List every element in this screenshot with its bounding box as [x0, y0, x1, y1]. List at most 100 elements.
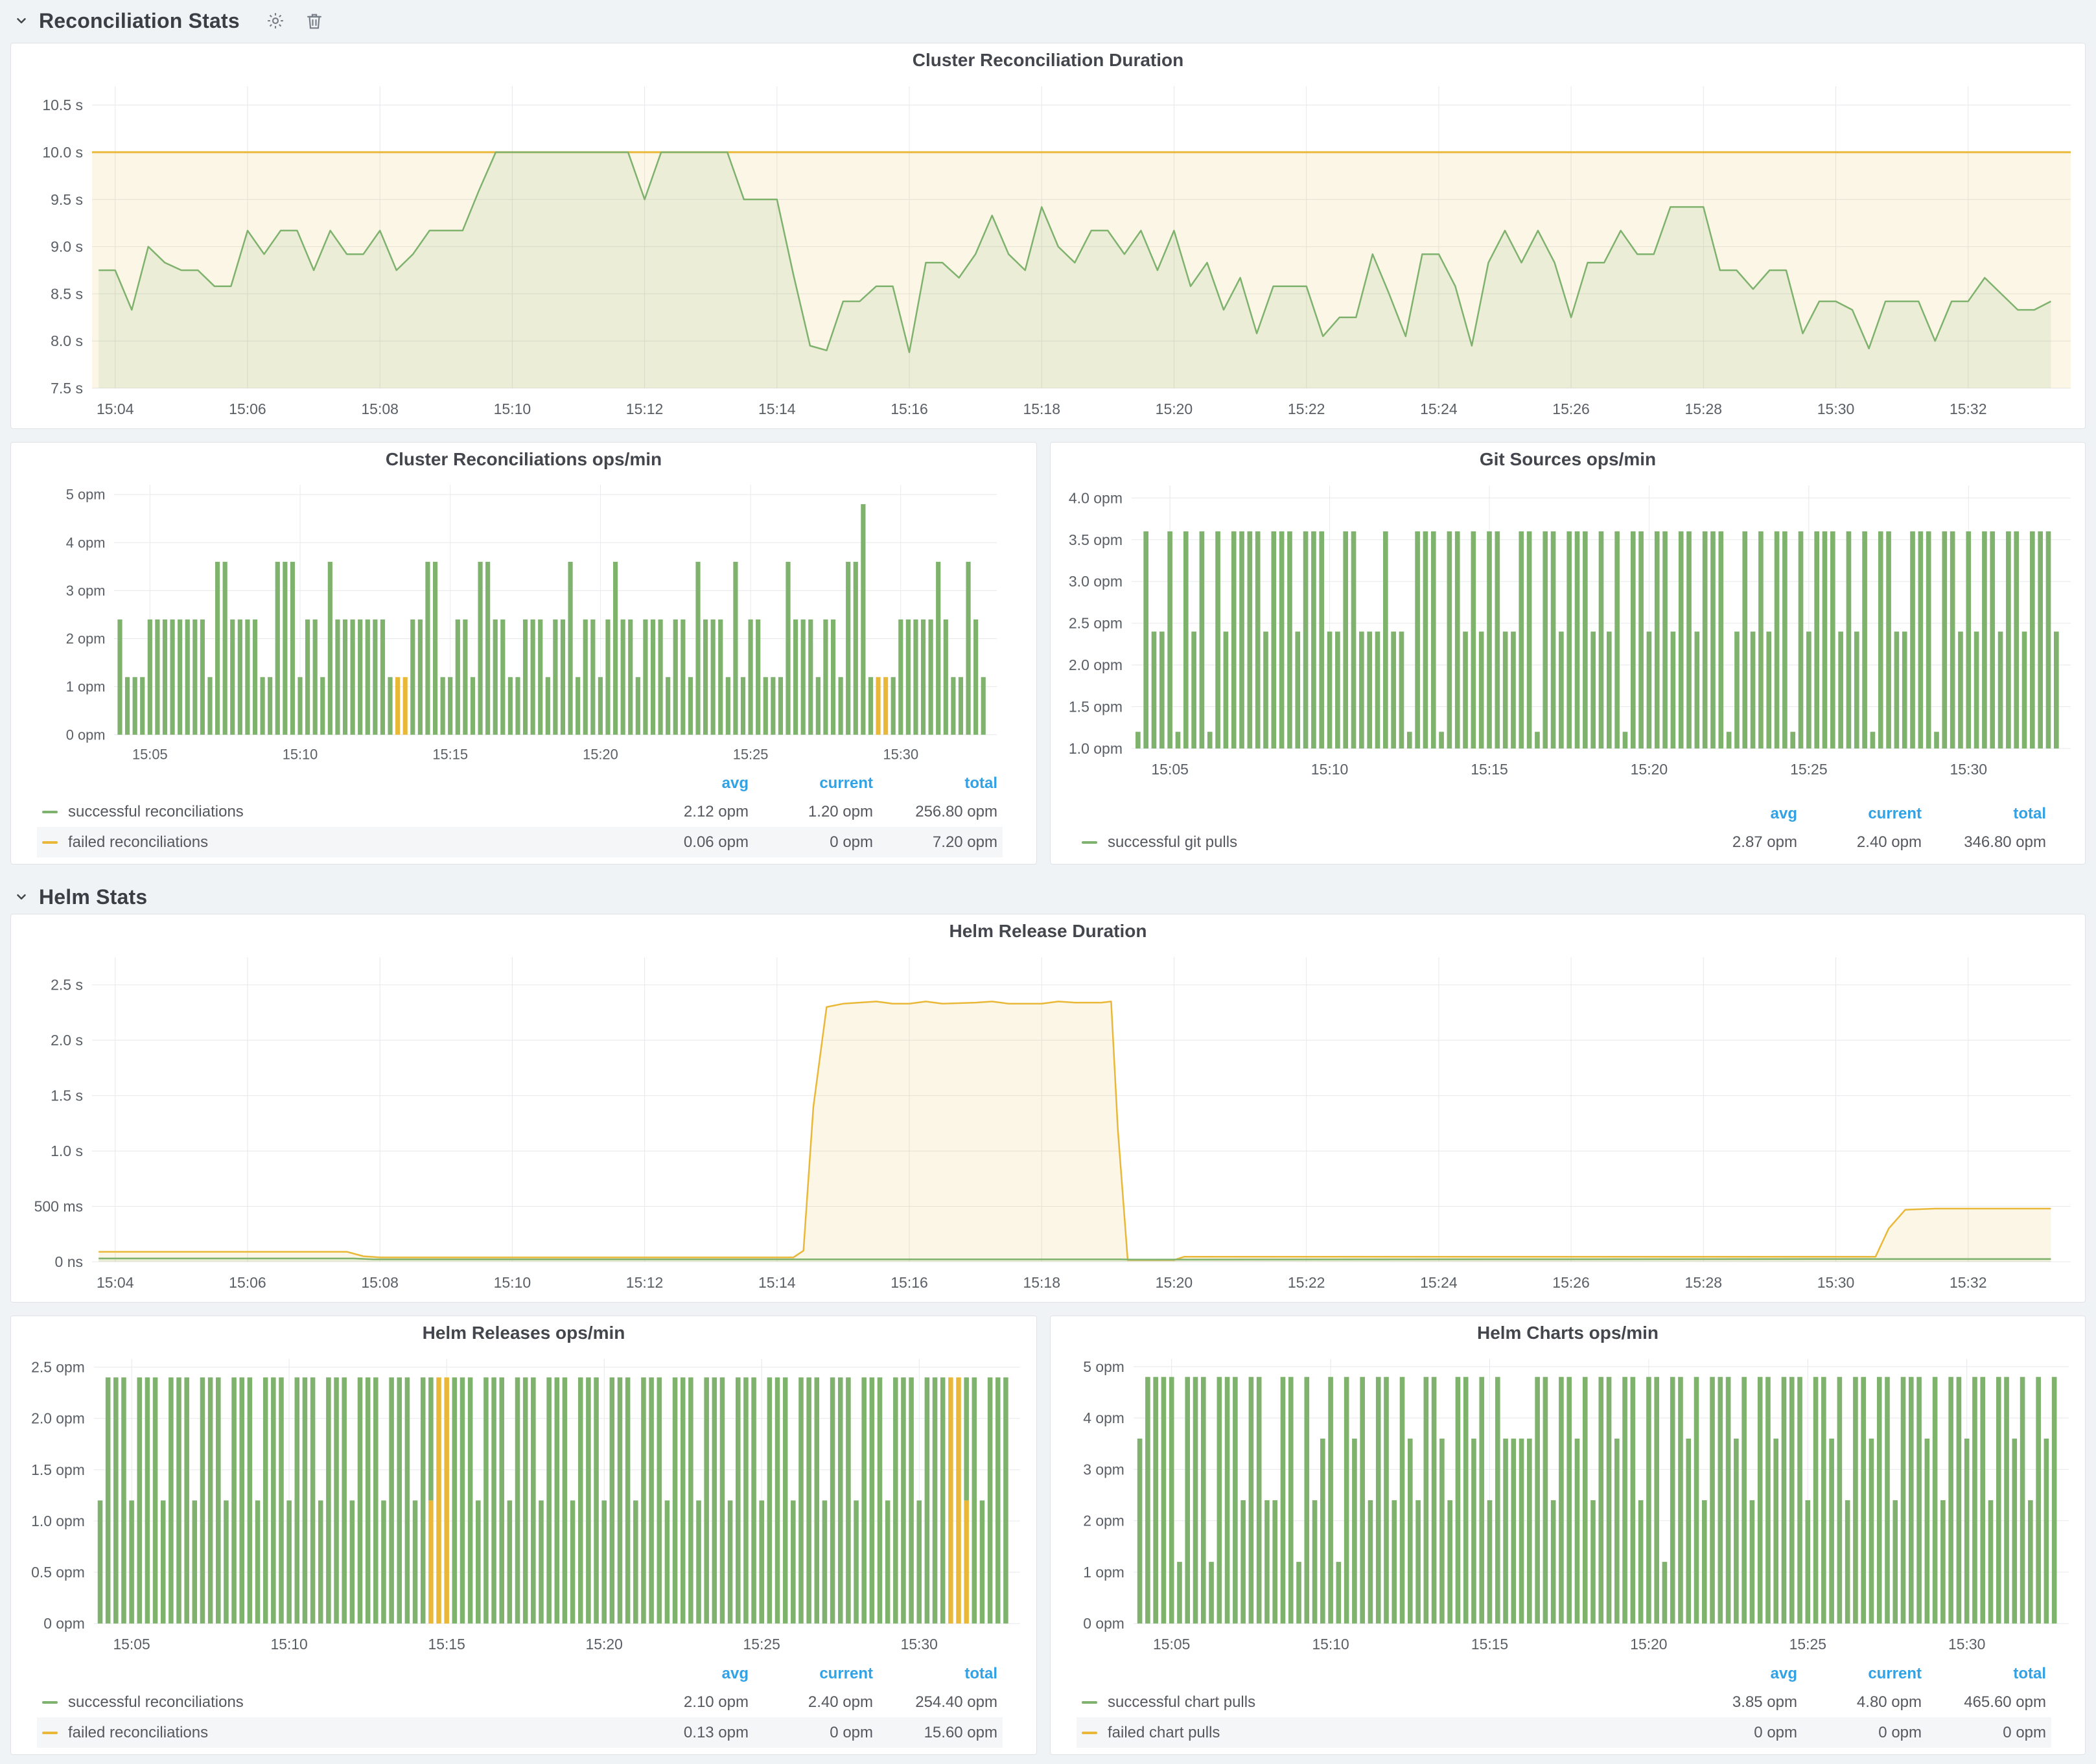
panel-helm-charts-opm: Helm Charts ops/min 15:0515:1015:1515:20… [1050, 1316, 2086, 1755]
legend-sort-current[interactable]: current [749, 1665, 873, 1683]
legend-sort-total[interactable]: total [1922, 805, 2046, 823]
panel-title[interactable]: Helm Release Duration [11, 914, 2085, 948]
legend-sort-total[interactable]: total [1922, 1665, 2046, 1683]
legend-series-toggle[interactable]: failed chart pulls [1082, 1724, 1673, 1742]
legend-stat-value: 256.80 opm [873, 803, 997, 821]
svg-text:4 opm: 4 opm [1083, 1410, 1124, 1426]
legend-series-toggle[interactable]: successful reconciliations [42, 803, 624, 821]
panel-helm-release-duration: Helm Release Duration 15:0415:0615:0815:… [10, 914, 2086, 1303]
legend-series-toggle[interactable]: successful reconciliations [42, 1693, 624, 1712]
svg-text:15:12: 15:12 [626, 400, 664, 417]
panel-cluster-reconciliations-opm: Cluster Reconciliations ops/min 15:0515:… [10, 442, 1037, 865]
legend-sort-avg[interactable]: avg [1673, 1665, 1797, 1683]
legend-series-toggle[interactable]: successful chart pulls [1082, 1693, 1673, 1712]
svg-text:10.0 s: 10.0 s [42, 144, 83, 161]
legend-sort-total[interactable]: total [873, 774, 997, 793]
panel-cluster-reconciliation-duration: Cluster Reconciliation Duration 15:04 15:… [10, 43, 2086, 429]
svg-text:15:30: 15:30 [901, 1636, 938, 1653]
helm-releases-opm-chart[interactable]: 15:0515:1015:1515:2015:2515:300 opm0.5 o… [11, 1350, 1036, 1658]
svg-text:2 opm: 2 opm [66, 631, 106, 647]
svg-text:15:25: 15:25 [1790, 761, 1828, 778]
legend-header-row: avgcurrenttotal [37, 1661, 1003, 1687]
legend-row: successful git pulls2.87 opm2.40 opm346.… [1077, 827, 2051, 857]
svg-text:3.0 opm: 3.0 opm [1069, 573, 1123, 590]
svg-text:15:30: 15:30 [1817, 1274, 1855, 1291]
section-header-reconciliation-stats[interactable]: Reconciliation Stats [10, 4, 2086, 38]
legend-series-toggle[interactable]: failed reconciliations [42, 1724, 624, 1742]
section-header-helm-stats[interactable]: Helm Stats [10, 880, 2086, 914]
legend-series-label: successful chart pulls [1108, 1693, 1255, 1712]
legend-stat-value: 0 opm [749, 1724, 873, 1742]
chevron-down-icon[interactable] [14, 14, 29, 28]
svg-text:15:26: 15:26 [1552, 1274, 1590, 1291]
svg-text:15:30: 15:30 [1950, 761, 1988, 778]
svg-text:5 opm: 5 opm [1083, 1358, 1124, 1375]
legend-sort-current[interactable]: current [749, 774, 873, 793]
legend-stat-value: 2.87 opm [1673, 833, 1797, 852]
svg-text:15:25: 15:25 [743, 1636, 780, 1653]
legend-sort-avg[interactable]: avg [624, 774, 749, 793]
helm-release-duration-chart[interactable]: 15:0415:0615:0815:1015:1215:1415:1615:18… [11, 948, 2085, 1297]
svg-text:15:30: 15:30 [1817, 400, 1855, 417]
legend-stat-value: 2.12 opm [624, 803, 749, 821]
legend-series-label: successful reconciliations [68, 1693, 244, 1712]
svg-text:15:06: 15:06 [229, 400, 266, 417]
svg-text:15:14: 15:14 [758, 400, 796, 417]
legend-sort-current[interactable]: current [1797, 805, 1922, 823]
panel-title[interactable]: Cluster Reconciliation Duration [11, 43, 2085, 77]
section-title[interactable]: Helm Stats [39, 885, 147, 909]
svg-text:1.0 opm: 1.0 opm [1069, 740, 1123, 757]
svg-text:15:18: 15:18 [1023, 1274, 1060, 1291]
svg-text:0.5 opm: 0.5 opm [31, 1564, 85, 1581]
panel-title[interactable]: Helm Charts ops/min [1051, 1316, 2085, 1350]
svg-text:15:12: 15:12 [626, 1274, 664, 1291]
helm-charts-opm-chart[interactable]: 15:0515:1015:1515:2015:2515:300 opm1 opm… [1051, 1350, 2085, 1658]
section-title[interactable]: Reconciliation Stats [39, 9, 240, 33]
svg-text:15:15: 15:15 [428, 1636, 465, 1653]
legend-header-row: avgcurrenttotal [1077, 801, 2051, 827]
legend-header-row: avgcurrenttotal [37, 771, 1003, 796]
svg-text:9.0 s: 9.0 s [51, 238, 83, 255]
legend-stat-value: 2.10 opm [624, 1693, 749, 1712]
legend-stat-value: 4.80 opm [1797, 1693, 1922, 1712]
gear-icon[interactable] [266, 11, 285, 30]
svg-text:15:05: 15:05 [1153, 1636, 1190, 1653]
panel-title[interactable]: Helm Releases ops/min [11, 1316, 1036, 1350]
svg-text:15:14: 15:14 [758, 1274, 796, 1291]
panel-git-sources-opm: Git Sources ops/min 15:0515:1015:1515:20… [1050, 442, 2086, 865]
svg-text:2.0 opm: 2.0 opm [1069, 656, 1123, 673]
legend-stat-value: 465.60 opm [1922, 1693, 2046, 1712]
cluster-reconciliation-duration-chart[interactable]: 15:0415:0615:0815:1015:1215:1415:1615:18… [11, 77, 2085, 423]
series-color-dash [1082, 841, 1097, 844]
svg-text:3 opm: 3 opm [66, 583, 106, 599]
chevron-down-icon[interactable] [14, 890, 29, 904]
legend-sort-avg[interactable]: avg [624, 1665, 749, 1683]
svg-text:15:24: 15:24 [1420, 1274, 1458, 1291]
svg-text:15:04: 15:04 [97, 400, 134, 417]
svg-text:15:06: 15:06 [229, 1274, 266, 1291]
git-sources-opm-chart[interactable]: 15:0515:1015:1515:2015:2515:301.0 opm1.5… [1051, 476, 2085, 783]
legend-series-label: successful reconciliations [68, 803, 244, 821]
legend-row: failed reconciliations0.13 opm0 opm15.60… [37, 1717, 1003, 1748]
legend-series-toggle[interactable]: failed reconciliations [42, 833, 624, 852]
legend-series-label: failed reconciliations [68, 833, 208, 852]
panel-title[interactable]: Cluster Reconciliations ops/min [11, 443, 1036, 476]
svg-text:15:18: 15:18 [1023, 400, 1060, 417]
legend-stat-value: 1.20 opm [749, 803, 873, 821]
legend-sort-total[interactable]: total [873, 1665, 997, 1683]
svg-text:8.5 s: 8.5 s [51, 285, 83, 302]
svg-text:15:05: 15:05 [113, 1636, 150, 1653]
legend-header-row: avgcurrenttotal [1077, 1661, 2051, 1687]
legend-sort-current[interactable]: current [1797, 1665, 1922, 1683]
svg-text:0 opm: 0 opm [1083, 1615, 1124, 1632]
legend-sort-avg[interactable]: avg [1673, 805, 1797, 823]
svg-text:15:16: 15:16 [891, 400, 928, 417]
legend-series-toggle[interactable]: successful git pulls [1082, 833, 1673, 852]
svg-text:15:15: 15:15 [1471, 761, 1508, 778]
panel-title[interactable]: Git Sources ops/min [1051, 443, 2085, 476]
cluster-reconciliations-opm-chart[interactable]: 15:0515:1015:1515:2015:2515:300 opm1 opm… [11, 476, 1036, 768]
svg-text:500 ms: 500 ms [34, 1198, 83, 1215]
svg-text:15:26: 15:26 [1552, 400, 1590, 417]
trash-icon[interactable] [305, 11, 324, 30]
legend-stat-value: 0.13 opm [624, 1724, 749, 1742]
